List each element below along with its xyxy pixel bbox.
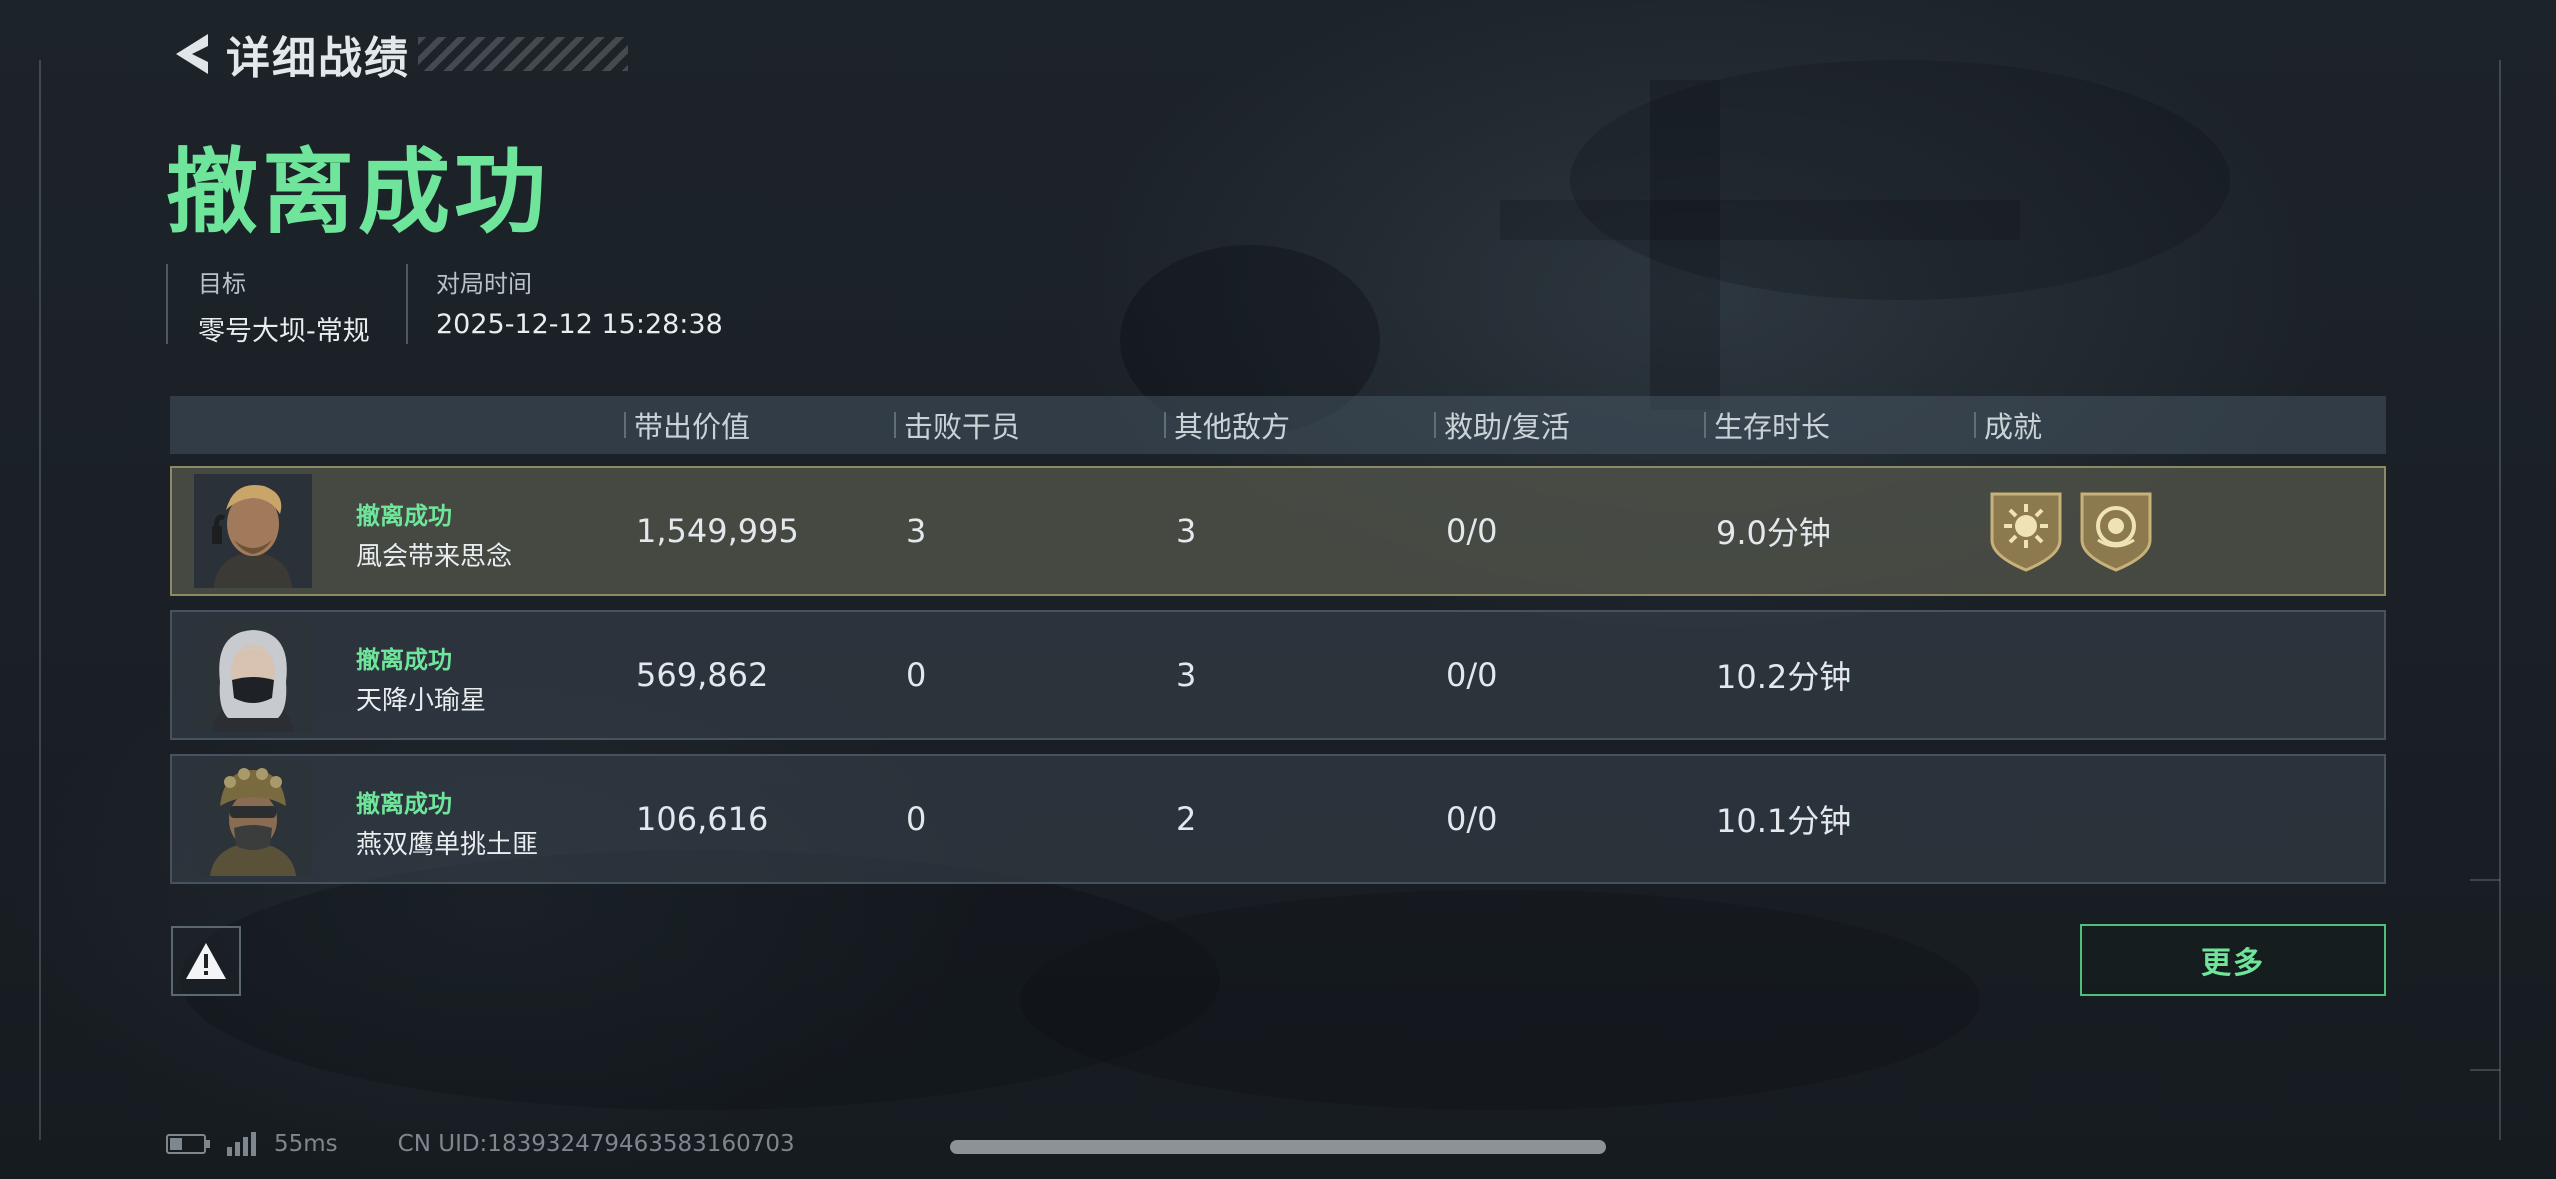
signal-icon — [227, 1132, 256, 1156]
report-button[interactable] — [171, 926, 241, 996]
extracted-value: 1,549,995 — [636, 512, 799, 550]
back-button[interactable] — [168, 28, 216, 80]
player-row[interactable]: 撤离成功 天降小瑜星 569,862 0 3 0/0 10.2分钟 — [170, 610, 2386, 740]
player-avatar — [194, 474, 312, 588]
column-header-other-enemies: 其他敌方 — [1164, 396, 1290, 454]
target-label: 目标 — [198, 270, 246, 298]
row-status: 撤离成功 — [356, 502, 452, 530]
status-bar: 55ms CN UID:183932479463583160703 — [166, 1128, 795, 1160]
battery-icon — [166, 1134, 210, 1154]
operators-defeated: 0 — [906, 800, 927, 838]
column-header-achievements: 成就 — [1974, 396, 2042, 454]
target-info: 目标 零号大坝-常规 — [166, 264, 370, 347]
row-status: 撤离成功 — [356, 790, 452, 818]
extracted-value: 106,616 — [636, 800, 769, 838]
survival-time: 10.2分钟 — [1716, 658, 1852, 696]
extracted-value: 569,862 — [636, 656, 769, 694]
match-time-value: 2025-12-12 15:28:38 — [436, 309, 723, 340]
player-avatar — [194, 618, 312, 732]
assist-revive: 0/0 — [1446, 512, 1498, 550]
column-header-survival-time: 生存时长 — [1704, 396, 1830, 454]
table-header: 带出价值 击败干员 其他敌方 救助/复活 生存时长 成就 — [170, 396, 2386, 454]
player-name: 風会带来思念 — [356, 542, 513, 572]
extraction-result-title: 撤离成功 — [166, 139, 551, 246]
column-header-assist-revive: 救助/复活 — [1434, 396, 1570, 454]
assist-revive: 0/0 — [1446, 656, 1498, 694]
warning-icon — [186, 943, 226, 979]
operators-defeated: 3 — [906, 512, 927, 550]
other-enemies: 3 — [1176, 512, 1197, 550]
player-avatar — [194, 762, 312, 876]
column-header-kills: 击败干员 — [894, 396, 1020, 454]
assist-revive: 0/0 — [1446, 800, 1498, 838]
laurel-emblem-badge-icon[interactable] — [2078, 490, 2154, 572]
sun-emblem-badge-icon[interactable] — [1988, 490, 2064, 572]
ping-value: 55ms — [274, 1131, 338, 1157]
home-indicator[interactable] — [950, 1140, 1606, 1154]
more-button[interactable]: 更多 — [2080, 924, 2386, 996]
column-header-value: 带出价值 — [624, 396, 750, 454]
player-name: 天降小瑜星 — [356, 686, 487, 716]
other-enemies: 3 — [1176, 656, 1197, 694]
title-hatch-decoration — [418, 37, 628, 71]
player-row[interactable]: 撤离成功 風会带来思念 1,549,995 3 3 0/0 9.0分钟 — [170, 466, 2386, 596]
match-time-info: 对局时间 2025-12-12 15:28:38 — [406, 264, 723, 344]
page-title: 详细战绩 — [226, 33, 410, 84]
back-chevron-icon — [176, 34, 208, 74]
survival-time: 10.1分钟 — [1716, 802, 1852, 840]
page-header: 详细战绩 — [168, 26, 628, 84]
other-enemies: 2 — [1176, 800, 1197, 838]
operators-defeated: 0 — [906, 656, 927, 694]
survival-time: 9.0分钟 — [1716, 514, 1831, 552]
player-uid: CN UID:183932479463583160703 — [397, 1131, 795, 1157]
row-status: 撤离成功 — [356, 646, 452, 674]
match-time-label: 对局时间 — [436, 270, 532, 298]
player-row[interactable]: 撤离成功 燕双鹰单挑土匪 106,616 0 2 0/0 10.1分钟 — [170, 754, 2386, 884]
target-value: 零号大坝-常规 — [198, 316, 370, 347]
player-name: 燕双鹰单挑土匪 — [356, 830, 539, 860]
